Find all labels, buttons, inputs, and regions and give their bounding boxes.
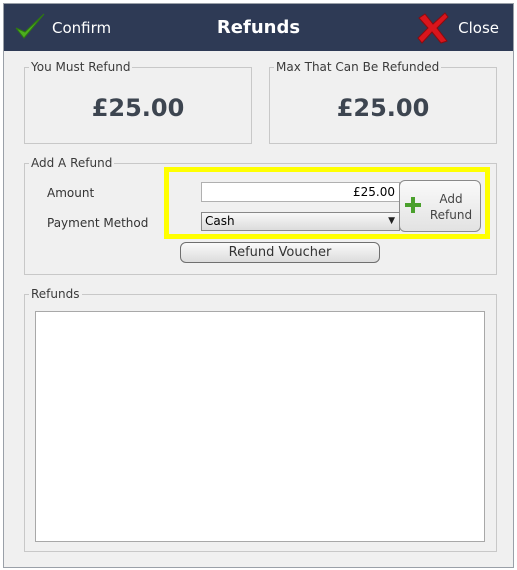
close-label: Close	[458, 19, 499, 37]
refund-voucher-button[interactable]: Refund Voucher	[180, 242, 380, 263]
payment-method-label: Payment Method	[47, 216, 149, 230]
refunds-list[interactable]	[35, 311, 485, 542]
max-refund-label: Max That Can Be Refunded	[274, 59, 442, 75]
must-refund-group: You Must Refund £25.00	[24, 59, 252, 144]
max-refund-group: Max That Can Be Refunded £25.00	[269, 59, 497, 144]
refunds-group-label: Refunds	[29, 286, 82, 302]
highlight-box	[164, 167, 490, 239]
max-refund-value: £25.00	[336, 94, 430, 122]
refunds-group: Refunds	[24, 286, 497, 552]
red-x-icon	[417, 12, 449, 44]
amount-label: Amount	[47, 186, 95, 200]
refunds-window: Confirm Refunds Close You Must Refund £2…	[3, 3, 514, 568]
add-refund-group-label: Add A Refund	[29, 155, 115, 171]
title-bar: Confirm Refunds Close	[4, 4, 513, 51]
must-refund-label: You Must Refund	[29, 59, 133, 75]
close-button[interactable]: Close	[416, 10, 499, 46]
must-refund-value: £25.00	[91, 94, 185, 122]
